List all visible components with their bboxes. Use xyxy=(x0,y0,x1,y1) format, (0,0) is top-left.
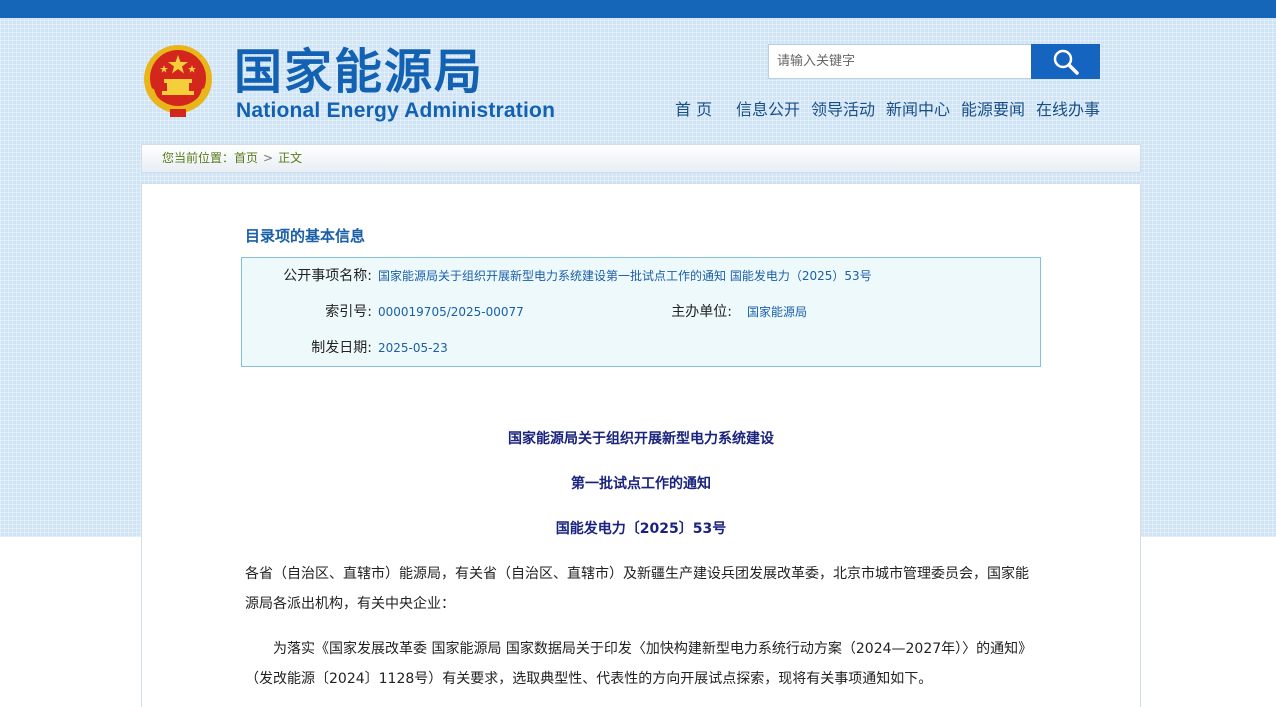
nav-online-service[interactable]: 在线办事 xyxy=(1036,98,1100,122)
site-logo-chinese[interactable]: 国家能源局 xyxy=(234,44,484,100)
search-icon xyxy=(1053,49,1079,75)
breadcrumb-current[interactable]: 正文 xyxy=(278,151,302,165)
document-title-line1: 国家能源局关于组织开展新型电力系统建设 xyxy=(508,431,774,447)
document-title-line2: 第一批试点工作的通知 xyxy=(571,476,711,492)
info-label-index: 索引号: xyxy=(325,304,372,320)
chevron-right-icon: > xyxy=(263,151,274,165)
national-emblem-icon[interactable] xyxy=(142,43,214,119)
document-number: 国能发电力〔2025〕53号 xyxy=(555,521,727,537)
search-input[interactable]: 请输入关键字 xyxy=(768,44,1032,79)
top-bar xyxy=(0,0,1276,18)
document-salutation: 各省（自治区、直辖市）能源局，有关省（自治区、直辖市）及新疆生产建设兵团发展改革… xyxy=(245,566,1029,612)
breadcrumb: 您当前位置：首页 > 正文 xyxy=(141,144,1141,173)
nav-home[interactable]: 首 页 xyxy=(675,98,712,122)
document-paragraph-1: 为落实《国家发展改革委 国家能源局 国家数据局关于印发〈加快构建新型电力系统行动… xyxy=(245,641,1033,687)
info-value-index: 000019705/2025-00077 xyxy=(378,305,524,319)
nav-info-disclosure[interactable]: 信息公开 xyxy=(736,98,800,122)
info-value-org: 国家能源局 xyxy=(747,305,808,319)
info-value-name: 国家能源局关于组织开展新型电力系统建设第一批试点工作的通知 国能发电力（2025… xyxy=(378,269,872,283)
site-logo-english[interactable]: National Energy Administration xyxy=(236,98,555,124)
breadcrumb-prefix: 您当前位置： xyxy=(162,151,235,165)
breadcrumb-home-link[interactable]: 首页 xyxy=(234,151,258,165)
info-label-date: 制发日期: xyxy=(311,340,372,356)
info-label-org: 主办单位: xyxy=(671,304,732,320)
search-button[interactable] xyxy=(1031,44,1100,79)
info-label-name: 公开事项名称: xyxy=(283,268,372,284)
nav-news-center[interactable]: 新闻中心 xyxy=(886,98,950,122)
catalog-title: 目录项的基本信息 xyxy=(245,227,366,245)
nav-energy-news[interactable]: 能源要闻 xyxy=(961,98,1025,122)
nav-leadership[interactable]: 领导活动 xyxy=(811,98,875,122)
info-value-date: 2025-05-23 xyxy=(378,341,448,355)
